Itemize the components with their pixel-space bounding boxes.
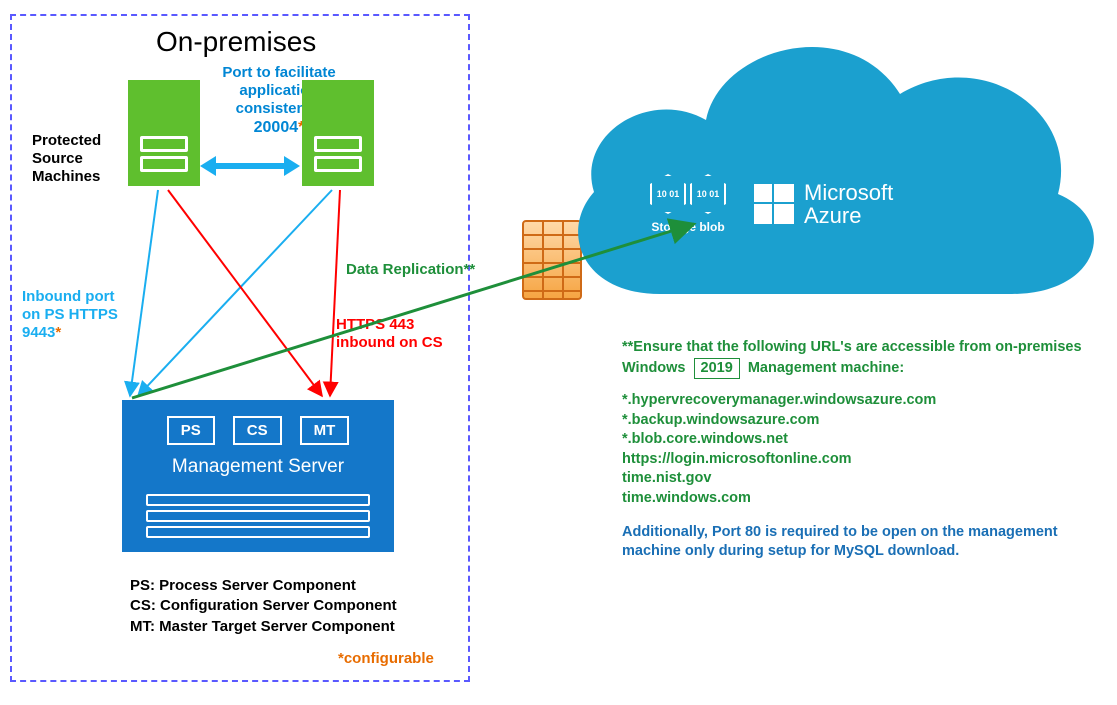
management-server-box: PS CS MT Management Server [122, 400, 394, 552]
mgmt-tabs: PS CS MT [122, 416, 394, 445]
https443-line2: inbound on CS [336, 334, 443, 352]
azure-logo: MicrosoftAzure [754, 181, 893, 227]
https443-label: HTTPS 443 inbound on CS [336, 316, 443, 352]
mgmt-tab-mt: MT [300, 416, 350, 445]
windows-logo-icon [754, 184, 794, 224]
url-item: *.blob.core.windows.net [622, 430, 1092, 450]
storage-blob-hex-icon: 10 01 [690, 174, 726, 214]
notes-block: **Ensure that the following URL's are ac… [622, 338, 1092, 562]
url-item: time.windows.com [622, 489, 1092, 509]
legend-ps: PS: Process Server Component [130, 576, 397, 596]
azure-logo-azure: Azure [804, 203, 861, 228]
storage-blob-hex-icon: 10 01 [650, 174, 686, 214]
mgmt-caption: Management Server [122, 456, 394, 478]
cloud-icon [560, 24, 1104, 298]
onprem-title: On-premises [156, 26, 316, 58]
psm-line3: Machines [32, 168, 122, 186]
inbound-ps-line1: Inbound port [22, 288, 162, 306]
inbound-ps-num: 9443* [22, 324, 162, 342]
storage-blob-label: Storage blob [651, 220, 724, 234]
legend-mt: MT: Master Target Server Component [130, 617, 397, 637]
server-icon [302, 80, 374, 186]
inbound-ps-label: Inbound port on PS HTTPS 9443* [22, 288, 162, 342]
psm-line1: Protected [32, 132, 122, 150]
mgmt-slot-icon [146, 494, 370, 506]
mgmt-slot-icon [146, 510, 370, 522]
url-item: *.hypervrecoverymanager.windowsazure.com [622, 391, 1092, 411]
server-icon [128, 80, 200, 186]
ensure-note: **Ensure that the following URL's are ac… [622, 338, 1092, 379]
legend-cs: CS: Configuration Server Component [130, 596, 397, 616]
psm-line2: Source [32, 150, 122, 168]
url-item: *.backup.windowsazure.com [622, 411, 1092, 431]
https443-line1: HTTPS 443 [336, 316, 443, 334]
protected-source-machines-label: Protected Source Machines [32, 132, 122, 186]
legend: PS: Process Server Component CS: Configu… [130, 576, 397, 637]
mgmt-slot-icon [146, 526, 370, 538]
url-item: https://login.microsoftonline.com [622, 450, 1092, 470]
mgmt-tab-ps: PS [167, 416, 215, 445]
url-list: *.hypervrecoverymanager.windowsazure.com… [622, 391, 1092, 508]
url-item: time.nist.gov [622, 469, 1092, 489]
port80-note: Additionally, Port 80 is required to be … [622, 523, 1092, 562]
configurable-note: *configurable [338, 650, 434, 667]
storage-blob: 10 01 10 01 Storage blob [650, 174, 726, 234]
azure-cloud: 10 01 10 01 Storage blob MicrosoftAzure [560, 24, 1104, 298]
year-highlight: 2019 [694, 358, 740, 380]
mgmt-tab-cs: CS [233, 416, 282, 445]
double-arrow-icon [200, 156, 300, 176]
data-replication-label: Data Replication** [346, 261, 475, 278]
inbound-ps-line2: on PS HTTPS [22, 306, 162, 324]
azure-logo-ms: Microsoft [804, 180, 893, 205]
